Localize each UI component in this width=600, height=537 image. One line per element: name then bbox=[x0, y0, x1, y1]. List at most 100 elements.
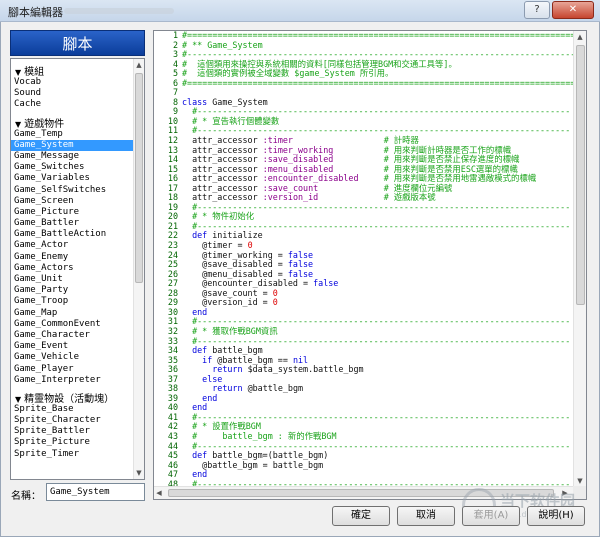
code-token: #---------------------------------------… bbox=[182, 316, 571, 327]
code-token: # 遊戲版本號 bbox=[383, 192, 436, 203]
script-list-item[interactable]: Game_Actor bbox=[11, 240, 134, 251]
script-list-content: ▼ 模組 Vocab Sound Cache ▼ 遊戲物件 Game_Temp Game_Sys… bbox=[11, 59, 134, 460]
code-token: def bbox=[182, 345, 213, 356]
script-list-item[interactable]: Cache bbox=[11, 99, 134, 110]
script-group[interactable]: ▼ 遊戲物件 bbox=[11, 111, 134, 130]
code-line[interactable]: 46 @battle_bgm = battle_bgm bbox=[154, 460, 574, 471]
help-titlebar-button[interactable]: ? bbox=[524, 1, 550, 19]
script-list-scrollbar[interactable]: ▲ ▼ bbox=[133, 59, 144, 479]
editor-horizontal-thumb[interactable] bbox=[168, 489, 554, 497]
script-group[interactable]: ▼ 模組 bbox=[11, 59, 134, 78]
expand-triangle-icon[interactable]: ▼ bbox=[15, 68, 21, 77]
script-list-item[interactable]: Game_BattleAction bbox=[11, 229, 134, 240]
code-line[interactable]: 6 #======================================… bbox=[154, 78, 580, 89]
code-line[interactable]: 29 @version_id = 0 bbox=[154, 298, 574, 308]
apply-button[interactable]: 套用(A) bbox=[462, 506, 520, 526]
code-lines[interactable]: 1 #======================================… bbox=[154, 31, 580, 489]
editor-scroll-up-icon[interactable]: ▲ bbox=[574, 31, 586, 43]
code-token: #---------------------------------------… bbox=[182, 220, 571, 231]
code-token: # 這個類的實例被全域變數 $game_System 所引用。 bbox=[182, 68, 394, 79]
editor-horizontal-scrollbar[interactable]: ◀ ▶ bbox=[154, 486, 574, 499]
code-token: attr_accessor bbox=[182, 182, 263, 193]
script-list-item[interactable]: Sprite_Picture bbox=[11, 437, 134, 448]
code-line[interactable]: 39 end bbox=[154, 393, 574, 404]
code-token: false bbox=[287, 268, 314, 279]
script-list-item[interactable]: Game_Screen bbox=[11, 196, 134, 207]
script-group[interactable]: ▼ 精靈物設（活動塊） bbox=[11, 386, 134, 405]
code-text: #=======================================… bbox=[182, 77, 581, 89]
close-window-button[interactable]: ✕ bbox=[552, 1, 594, 19]
expand-triangle-icon[interactable]: ▼ bbox=[15, 395, 21, 404]
code-token: #---------------------------------------… bbox=[182, 106, 571, 117]
script-list-item[interactable]: Game_Troop bbox=[11, 296, 134, 307]
script-name-input[interactable]: Game_System bbox=[46, 483, 145, 501]
script-list-item[interactable]: Game_Message bbox=[11, 151, 134, 162]
name-label: 名稱： bbox=[11, 491, 41, 502]
code-token: @save_disabled = bbox=[182, 259, 288, 270]
code-token: @timer = bbox=[182, 240, 248, 251]
code-token: # 計時器 bbox=[383, 135, 419, 146]
script-list-item[interactable]: Game_Temp bbox=[11, 129, 134, 140]
code-token: @timer_working = bbox=[182, 249, 288, 260]
code-token: # * 獲取作戰BGM資訊 bbox=[182, 325, 278, 336]
editor-scroll-right-icon[interactable]: ▶ bbox=[560, 487, 570, 499]
code-token: # 這個類用來操控與系統相關的資料[同樣包括管理BGM和交通工具等]。 bbox=[182, 58, 457, 69]
editor-scroll-left-icon[interactable]: ◀ bbox=[154, 487, 164, 499]
script-group-label: 遊戲物件 bbox=[24, 118, 65, 130]
script-list-item[interactable]: Sprite_Character bbox=[11, 415, 134, 426]
script-list-item[interactable]: Game_Vehicle bbox=[11, 352, 134, 363]
script-list-item[interactable]: Game_Character bbox=[11, 330, 134, 341]
code-token: # 用來判斷是否禁用ESC選單的標幟 bbox=[383, 163, 518, 174]
code-token: # 用來判斷是否禁用地雷遇敵模式的標幟 bbox=[383, 173, 537, 184]
code-token: if bbox=[182, 354, 218, 365]
code-token: # battle_bgm : 新的作戰BGM bbox=[182, 430, 337, 441]
script-list[interactable]: ▼ 模組 Vocab Sound Cache ▼ 遊戲物件 Game_Temp Game_Sys… bbox=[10, 58, 145, 480]
script-list-item[interactable]: Game_Event bbox=[11, 341, 134, 352]
script-list-item[interactable]: Game_Picture bbox=[11, 207, 134, 218]
script-list-item[interactable]: Game_Map bbox=[11, 308, 134, 319]
script-list-item[interactable]: Game_Battler bbox=[11, 218, 134, 229]
ok-button[interactable]: 確定 bbox=[332, 506, 390, 526]
editor-vertical-scrollbar[interactable]: ▲ ▼ bbox=[573, 31, 586, 487]
code-token: :save_count bbox=[262, 182, 384, 193]
cancel-button[interactable]: 取消 bbox=[397, 506, 455, 526]
code-token: # ** Game_System bbox=[182, 39, 263, 50]
script-list-item[interactable]: Game_Enemy bbox=[11, 252, 134, 263]
script-list-item[interactable]: Sprite_Battler bbox=[11, 426, 134, 437]
script-list-item[interactable]: Vocab bbox=[11, 77, 134, 88]
code-token: initialize bbox=[212, 230, 263, 241]
help-button[interactable]: 說明(H) bbox=[527, 506, 585, 526]
code-token: end bbox=[182, 306, 208, 317]
script-list-item[interactable]: Sprite_Timer bbox=[11, 449, 134, 460]
code-token: attr_accessor bbox=[182, 144, 263, 155]
code-token: return bbox=[182, 364, 248, 375]
code-token: @menu_disabled = bbox=[182, 268, 288, 279]
script-list-item[interactable]: Game_CommonEvent bbox=[11, 319, 134, 330]
editor-vertical-thumb[interactable] bbox=[576, 45, 585, 305]
script-list-item[interactable]: Sprite_Base bbox=[11, 404, 134, 415]
script-list-item[interactable]: Game_Actors bbox=[11, 263, 134, 274]
code-editor[interactable]: 1 #======================================… bbox=[153, 30, 587, 500]
code-token: false bbox=[287, 249, 314, 260]
code-token: # 進度欄位元編號 bbox=[383, 182, 453, 193]
script-list-scroll-thumb[interactable] bbox=[135, 73, 143, 283]
code-token: @save_count = bbox=[182, 287, 273, 298]
code-token: :menu_disabled bbox=[262, 163, 384, 174]
script-list-item[interactable]: Sound bbox=[11, 88, 134, 99]
script-list-item[interactable]: Game_Unit bbox=[11, 274, 134, 285]
scroll-up-arrow-icon[interactable]: ▲ bbox=[134, 59, 144, 71]
script-list-item[interactable]: Game_Player bbox=[11, 364, 134, 375]
code-token: $data_system.battle_bgm bbox=[247, 364, 364, 375]
script-list-item[interactable]: Game_Variables bbox=[11, 173, 134, 184]
script-list-item[interactable]: Game_SelfSwitches bbox=[11, 185, 134, 196]
code-token: attr_accessor bbox=[182, 192, 263, 203]
scrollbar-corner bbox=[573, 486, 586, 499]
script-list-item[interactable]: Game_Party bbox=[11, 285, 134, 296]
expand-triangle-icon[interactable]: ▼ bbox=[15, 120, 21, 129]
code-token: #=======================================… bbox=[182, 77, 581, 88]
script-list-item[interactable]: Game_System bbox=[11, 139, 134, 151]
code-token: nil bbox=[292, 354, 309, 365]
script-list-item[interactable]: Game_Interpreter bbox=[11, 375, 134, 386]
script-list-item[interactable]: Game_Switches bbox=[11, 162, 134, 173]
scroll-down-arrow-icon[interactable]: ▼ bbox=[134, 467, 144, 479]
